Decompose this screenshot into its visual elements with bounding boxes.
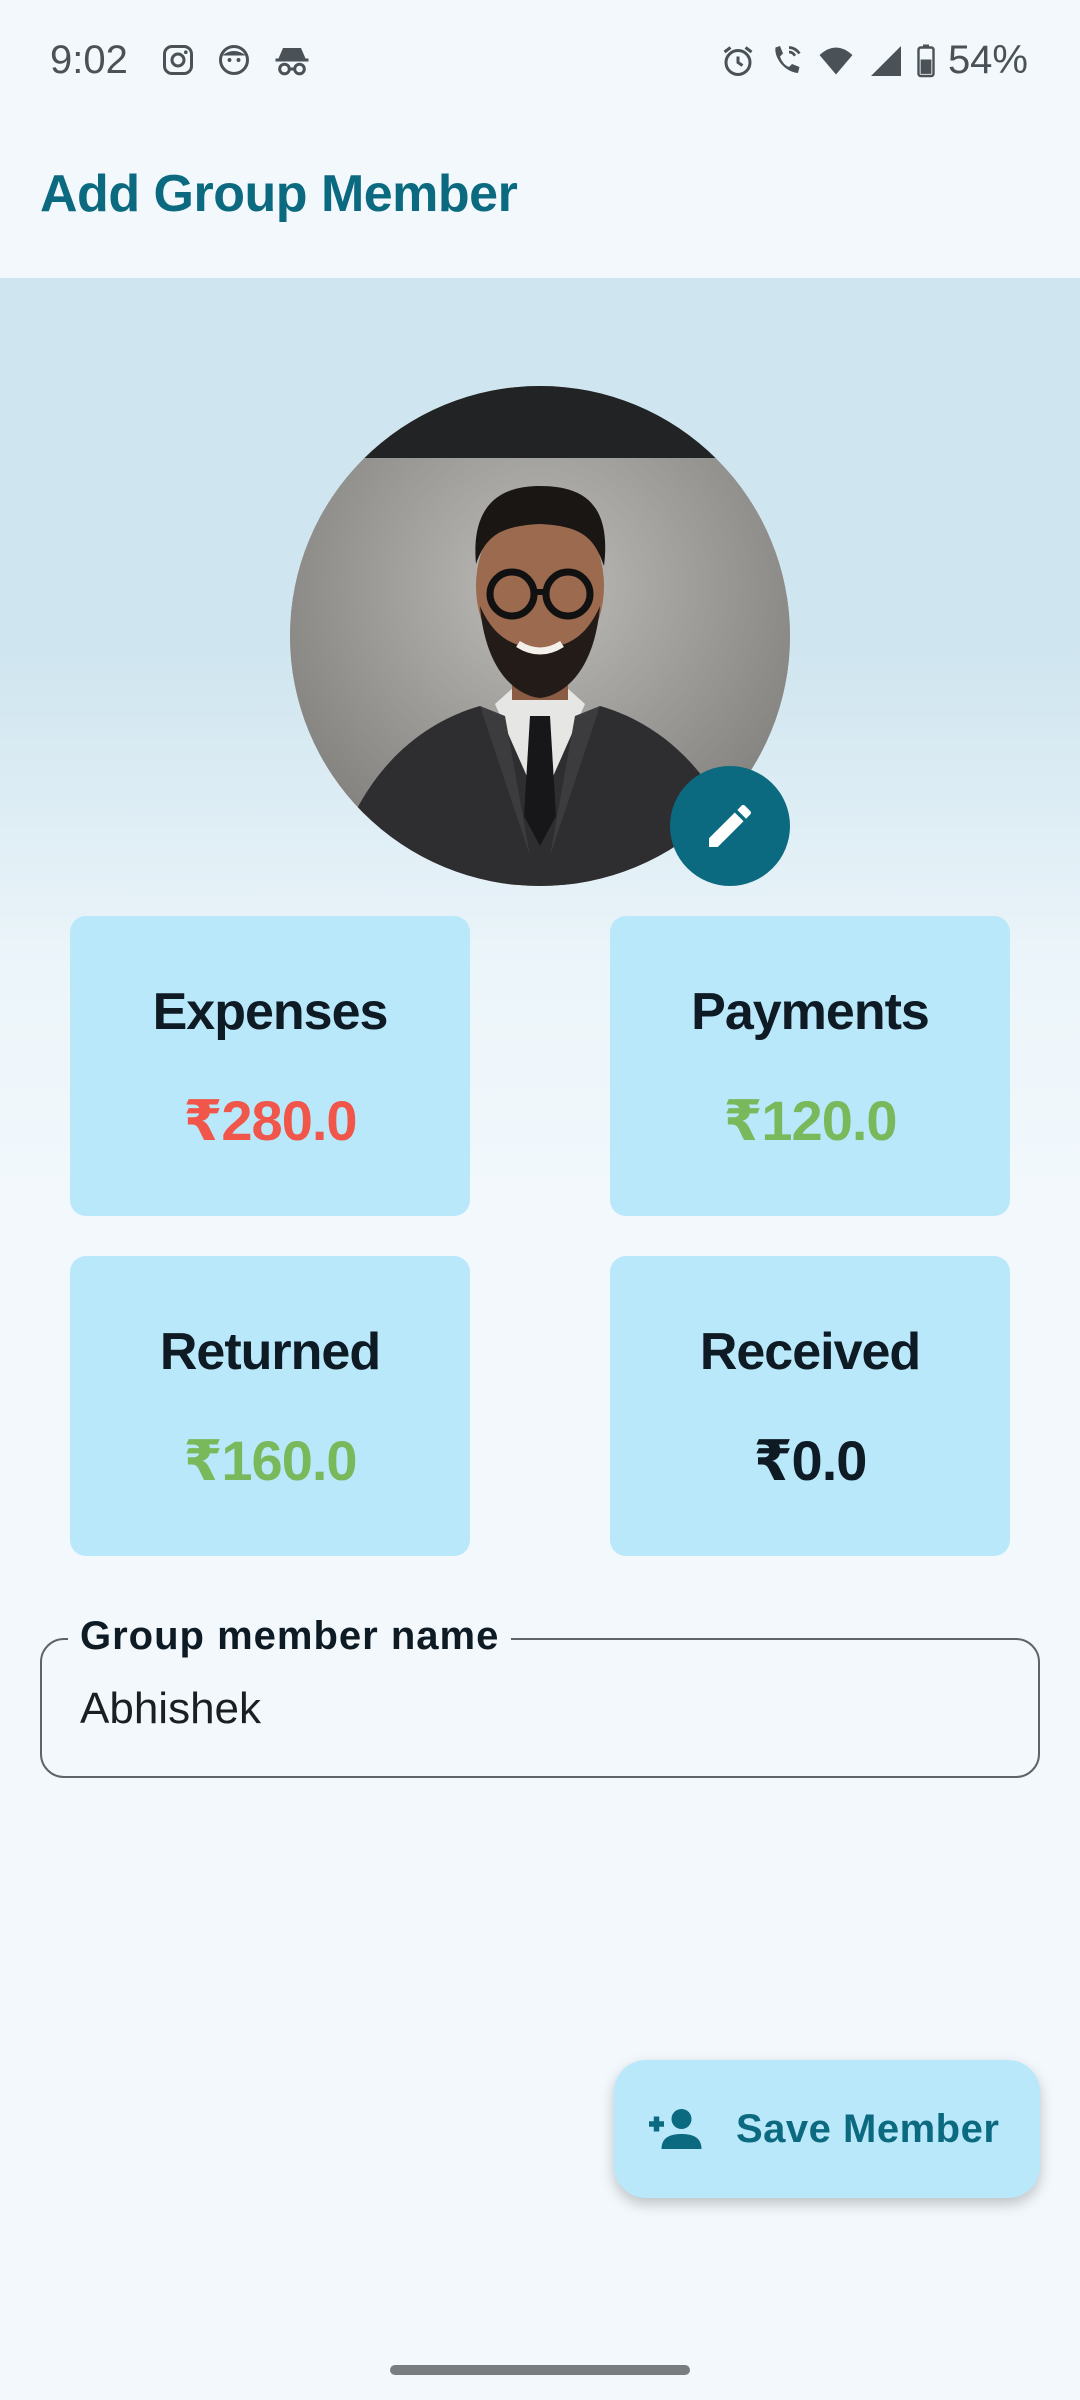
alarm-icon <box>720 43 756 79</box>
member-name-label: Group member name <box>68 1614 512 1659</box>
received-value: ₹0.0 <box>753 1429 868 1492</box>
expenses-value: ₹280.0 <box>183 1089 357 1152</box>
person-add-icon <box>649 2109 702 2149</box>
status-right: 54% <box>720 38 1028 83</box>
pencil-icon <box>709 804 752 847</box>
screen: 9:02 54% Add Group Member Expenses ₹280.… <box>0 0 1080 2400</box>
incognito-icon <box>272 42 312 83</box>
save-member-label: Save Member <box>736 2106 1000 2151</box>
member-name-input[interactable] <box>80 1684 980 1734</box>
received-label: Received <box>699 1323 921 1381</box>
status-left-icons <box>160 42 312 83</box>
received-card: Received ₹0.0 <box>610 1256 1010 1556</box>
expenses-label: Expenses <box>152 983 389 1041</box>
payments-card: Payments ₹120.0 <box>610 916 1010 1216</box>
status-bar: 9:02 54% <box>0 0 1080 128</box>
status-time: 9:02 <box>50 38 128 82</box>
battery-icon <box>916 43 936 79</box>
payments-label: Payments <box>691 983 930 1041</box>
page-title: Add Group Member <box>40 165 518 223</box>
member-name-field[interactable]: Group member name <box>40 1614 1040 1778</box>
battery-percent: 54% <box>947 38 1028 82</box>
face-icon <box>216 42 252 83</box>
instagram-icon <box>160 42 196 83</box>
payments-value: ₹120.0 <box>723 1089 897 1152</box>
save-member-button[interactable]: Save Member <box>614 2060 1040 2198</box>
wifi-icon <box>816 43 856 79</box>
wifi-call-icon <box>768 43 804 79</box>
gesture-navigation-bar[interactable] <box>390 2365 690 2375</box>
signal-icon <box>868 43 904 79</box>
expenses-card: Expenses ₹280.0 <box>70 916 470 1216</box>
returned-card: Returned ₹160.0 <box>70 1256 470 1556</box>
edit-photo-button[interactable] <box>670 766 790 886</box>
app-bar: Add Group Member <box>0 128 1080 278</box>
returned-value: ₹160.0 <box>183 1429 357 1492</box>
returned-label: Returned <box>159 1323 381 1381</box>
